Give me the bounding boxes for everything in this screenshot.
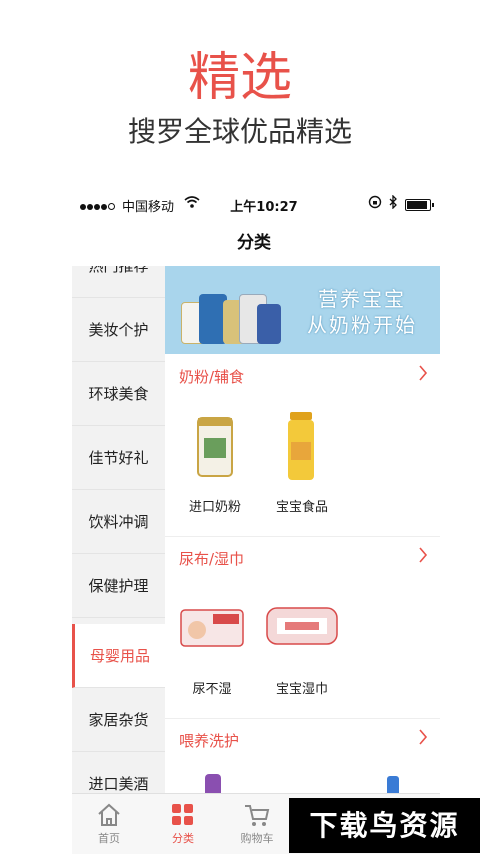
sidebar-item-drinks[interactable]: 饮料冲调	[72, 490, 165, 554]
chevron-right-icon	[418, 728, 428, 751]
wifi-icon	[184, 195, 200, 213]
sidebar-item-home[interactable]: 家居杂货	[72, 688, 165, 752]
milk-can-image	[257, 304, 281, 344]
signal-strength-icon	[80, 199, 116, 214]
promo-banner[interactable]: 营养宝宝 从奶粉开始	[165, 266, 440, 354]
feeding-product-image	[205, 774, 221, 793]
product-label: 宝宝食品	[275, 500, 328, 515]
baby-food-image	[257, 412, 347, 482]
feeding-product-image	[387, 776, 399, 793]
promo-title: 精选	[187, 48, 292, 108]
chevron-right-icon	[418, 546, 428, 569]
tab-label: 分类	[172, 832, 194, 845]
sidebar-item-hot[interactable]: 热门推荐	[72, 266, 165, 298]
category-content: 营养宝宝 从奶粉开始 奶粉/辅食 进口奶粉 宝宝食品 尿布/湿巾 尿不湿 宝宝湿…	[165, 266, 440, 793]
tab-home[interactable]: 首页	[72, 794, 146, 854]
wipes-pack-image	[257, 594, 347, 664]
section-title: 尿布/湿巾	[179, 550, 245, 568]
section-header-formula[interactable]: 奶粉/辅食	[165, 356, 440, 396]
tab-category[interactable]: 分类	[146, 794, 220, 854]
sidebar-item-wine[interactable]: 进口美酒	[72, 752, 165, 793]
cart-icon	[243, 802, 271, 828]
chevron-right-icon	[418, 364, 428, 387]
product-label: 宝宝湿巾	[275, 682, 328, 697]
diaper-pack-image	[167, 594, 257, 664]
category-icon	[169, 802, 197, 828]
section-header-diapers[interactable]: 尿布/湿巾	[165, 538, 440, 578]
home-icon	[95, 802, 123, 828]
sidebar-item-beauty[interactable]: 美妆个护	[72, 298, 165, 362]
tab-label: 首页	[98, 832, 120, 845]
section-divider	[165, 718, 440, 719]
category-sidebar: 热门推荐 美妆个护 环球美食 佳节好礼 饮料冲调 保健护理 母婴用品 家居杂货 …	[72, 266, 165, 793]
section-title: 喂养洗护	[179, 732, 240, 750]
promo-subtitle: 搜罗全球优品精选	[127, 115, 352, 148]
tab-label: 购物车	[240, 832, 274, 845]
status-time: 上午10:27	[230, 200, 298, 215]
product-label: 尿不湿	[192, 682, 232, 697]
banner-text: 营养宝宝 从奶粉开始	[287, 286, 437, 338]
section-divider	[165, 536, 440, 537]
carrier-name: 中国移动	[122, 200, 175, 215]
bluetooth-icon	[388, 194, 398, 213]
banner-line-1: 营养宝宝	[318, 287, 406, 311]
sidebar-item-health[interactable]: 保健护理	[72, 554, 165, 618]
tab-cart[interactable]: 购物车	[220, 794, 294, 854]
page-title: 分类	[237, 233, 271, 253]
banner-line-2: 从奶粉开始	[307, 313, 417, 337]
sidebar-item-food[interactable]: 环球美食	[72, 362, 165, 426]
section-title: 奶粉/辅食	[179, 368, 245, 386]
section-header-feeding[interactable]: 喂养洗护	[165, 720, 440, 760]
sidebar-item-gifts[interactable]: 佳节好礼	[72, 426, 165, 490]
product-label: 进口奶粉	[188, 500, 241, 515]
status-bar: 中国移动 上午10:27	[72, 192, 436, 216]
battery-icon	[405, 199, 434, 211]
sidebar-item-baby[interactable]: 母婴用品	[72, 624, 165, 688]
formula-can-image	[170, 412, 260, 482]
orientation-lock-icon	[368, 195, 382, 213]
watermark-logo: 下载鸟资源	[289, 798, 480, 853]
